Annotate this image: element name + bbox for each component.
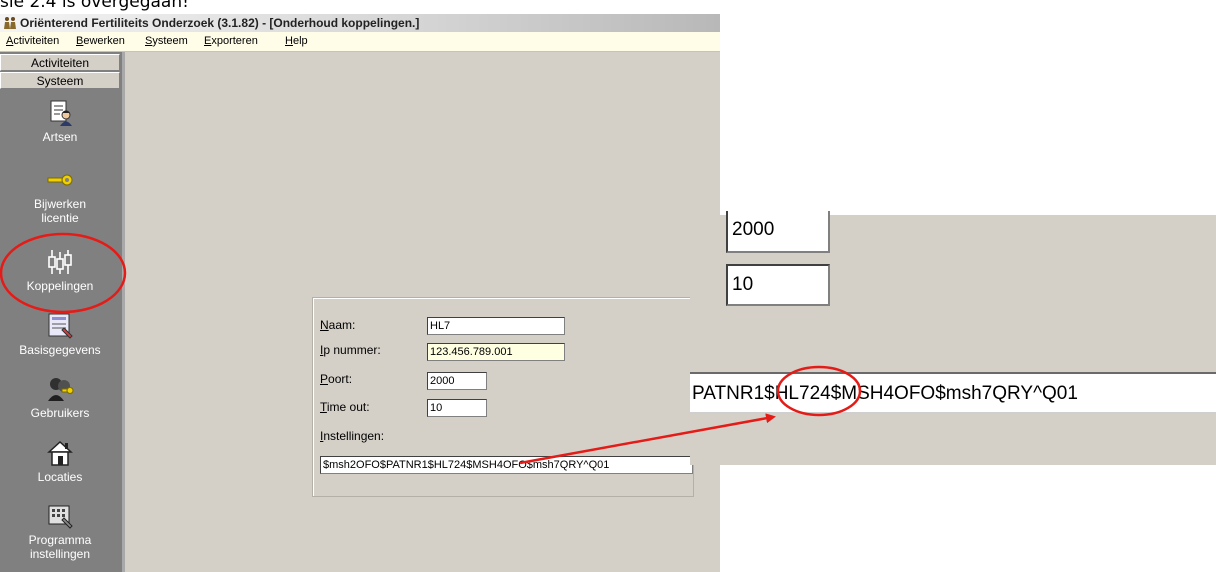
sidebar-item-programma-instellingen[interactable]: Programma instellingen xyxy=(0,502,120,561)
timeout-field[interactable]: 10 xyxy=(427,399,487,417)
doctor-document-icon xyxy=(50,100,72,126)
sidebar-item-label: Artsen xyxy=(42,130,78,144)
zoomed-poort-field: 2000 xyxy=(726,211,830,253)
sidebar-item-gebruikers[interactable]: Gebruikers xyxy=(0,375,120,420)
key-icon xyxy=(47,174,73,186)
menu-systeem[interactable]: Systeem xyxy=(145,35,188,47)
sidebar-item-label: Locaties xyxy=(37,470,83,484)
instellingen-field[interactable]: $msh2OFO$PATNR1$HL724$MSH4OFO$msh7QRY^Q0… xyxy=(320,456,693,474)
sidebar-item-basisgegevens[interactable]: Basisgegevens xyxy=(0,312,120,357)
connector-icon xyxy=(48,250,72,274)
instellingen-label: Instellingen: xyxy=(320,429,385,443)
timeout-label: Time out: xyxy=(320,400,370,414)
settings-keyboard-icon xyxy=(48,505,73,529)
sidebar-item-label: Basisgegevens xyxy=(19,343,101,357)
sidebar-group-activiteiten[interactable]: Activiteiten xyxy=(0,54,120,71)
sidebar-item-locaties[interactable]: Locaties xyxy=(0,439,120,484)
sidebar-item-label: Programma instellingen xyxy=(28,533,92,561)
naam-field[interactable]: HL7 xyxy=(427,317,565,335)
sidebar-item-label: Koppelingen xyxy=(26,279,94,293)
sidebar-item-artsen[interactable]: Artsen xyxy=(0,99,120,144)
document-caption: sie 2.4 is overgegaan! xyxy=(0,0,189,12)
menu-bewerken[interactable]: Bewerken xyxy=(76,35,125,47)
menu-help[interactable]: Help xyxy=(285,35,308,47)
house-icon xyxy=(47,440,73,466)
poort-label: Poort: xyxy=(320,372,353,386)
menu-exporteren[interactable]: Exporteren xyxy=(204,35,258,47)
koppeling-form: Naam: HL7 Ip nummer: 123.456.789.001 Poo… xyxy=(312,297,694,497)
title-bar: Oriënterend Fertiliteits Onderzoek (3.1.… xyxy=(0,14,720,32)
sidebar-item-bijwerken-licentie[interactable]: Bijwerken licentie xyxy=(0,166,120,225)
sidebar-group-systeem[interactable]: Systeem xyxy=(0,72,120,89)
data-form-icon xyxy=(48,313,73,339)
users-key-icon xyxy=(48,378,74,401)
menu-activiteiten[interactable]: Activiteiten xyxy=(6,35,59,47)
sidebar: Activiteiten Systeem Artsen Bijwerken li… xyxy=(0,52,125,572)
ip-nummer-field[interactable]: 123.456.789.001 xyxy=(427,343,565,361)
ip-nummer-label: Ip nummer: xyxy=(320,343,381,357)
sidebar-item-label: Gebruikers xyxy=(30,406,90,420)
zoomed-instellingen-field: PATNR1$HL724$MSH4OFO$msh7QRY^Q01 xyxy=(690,372,1216,414)
window-title: Oriënterend Fertiliteits Onderzoek (3.1.… xyxy=(20,16,420,30)
naam-label: Naam: xyxy=(320,318,356,332)
poort-field[interactable]: 2000 xyxy=(427,372,487,390)
menu-bar: Activiteiten Bewerken Systeem Exporteren… xyxy=(0,32,720,52)
sidebar-item-koppelingen[interactable]: Koppelingen xyxy=(0,248,120,293)
zoomed-timeout-field: 10 xyxy=(726,264,830,306)
sidebar-item-label: Bijwerken licentie xyxy=(33,197,87,225)
zoomed-detail: 2000 10 PATNR1$HL724$MSH4OFO$msh7QRY^Q01 xyxy=(690,211,1216,465)
app-people-icon xyxy=(4,17,16,29)
